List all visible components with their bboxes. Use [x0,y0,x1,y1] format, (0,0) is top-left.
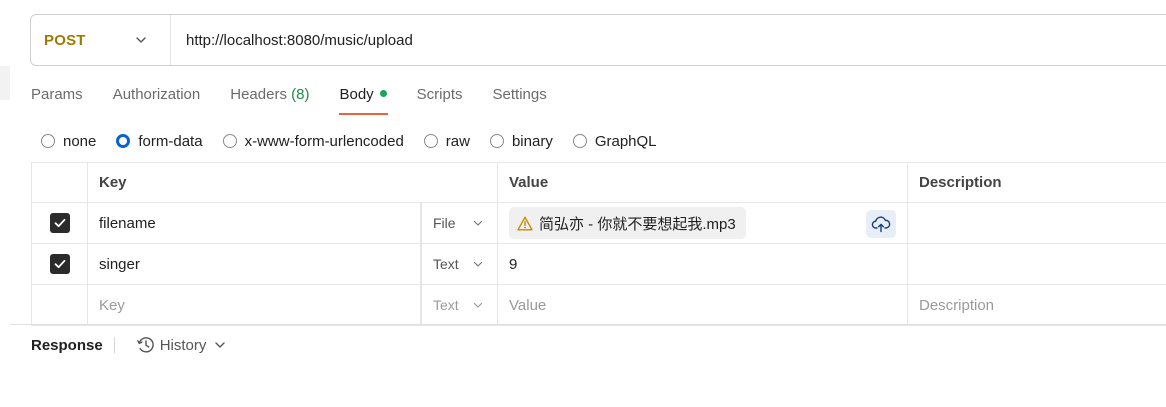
radio-circle [489,134,504,148]
tab-headers[interactable]: Headers (8) [230,84,309,116]
type-label: Text [433,297,459,313]
file-name: 简弘亦 - 你就不要想起我.mp3 [539,215,736,233]
tab-body[interactable]: Body [339,84,388,116]
radio-raw[interactable]: raw [423,132,470,150]
chevron-down-icon [473,261,483,267]
history-button[interactable]: History [136,335,231,355]
radio-circle [222,134,237,148]
radio-label: binary [511,132,553,150]
tab-label: Settings [492,86,547,103]
body-type-options: none form-data x-www-form-urlencoded raw… [41,130,677,152]
sidebar-edge [0,66,10,100]
method-label: POST [44,31,86,49]
request-tabs: Params Authorization Headers (8) Body Sc… [31,84,577,116]
request-url-bar: POST http://localhost:8080/music/upload [30,14,1166,66]
table-row-placeholder: Key Text Value Description [31,285,1166,326]
headers-count: (8) [291,86,310,103]
warning-icon [517,216,533,230]
tab-scripts[interactable]: Scripts [417,84,463,116]
radio-circle [572,134,587,148]
chevron-down-icon [473,302,483,308]
radio-x-www-form-urlencoded[interactable]: x-www-form-urlencoded [222,132,404,150]
chevron-down-icon [136,37,146,43]
separator [113,337,115,353]
tab-label: Body [339,86,374,103]
history-label: History [159,336,207,354]
header-key: Key [88,163,498,202]
header-check-cell [31,163,88,202]
check-icon [54,218,65,228]
description-cell[interactable] [908,244,1166,284]
radio-form-data[interactable]: form-data [116,132,203,150]
radio-circle [41,134,55,148]
radio-label: none [63,132,97,150]
type-select[interactable]: Text [421,285,498,325]
response-label[interactable]: Response [31,337,103,354]
form-data-table: Key Value Description filename File 简弘亦 … [31,162,1166,326]
radio-circle [423,134,438,148]
tab-label: Authorization [112,86,201,103]
upload-file-button[interactable] [866,210,896,238]
table-header-row: Key Value Description [31,162,1166,203]
radio-graphql[interactable]: GraphQL [572,132,657,150]
radio-label: raw [445,132,470,150]
description-cell[interactable] [908,203,1166,243]
method-select[interactable]: POST [31,15,171,65]
check-cell [31,285,88,325]
body-indicator-dot [379,90,387,97]
tab-settings[interactable]: Settings [493,84,547,116]
key-cell[interactable]: filename [88,203,421,243]
radio-label: x-www-form-urlencoded [244,132,404,150]
tab-authorization[interactable]: Authorization [113,84,201,116]
radio-none[interactable]: none [41,133,96,150]
key-input[interactable]: Key [88,285,421,325]
tab-label: Headers [230,86,287,103]
type-label: Text [433,256,459,272]
check-cell [31,244,88,284]
response-bar: Response History [31,334,230,356]
history-icon [136,337,154,353]
radio-label: form-data [138,132,203,150]
table-row: filename File 简弘亦 - 你就不要想起我.mp3 [31,203,1166,244]
check-icon [54,259,65,269]
value-input[interactable]: Value [498,285,908,325]
check-cell [31,203,88,243]
radio-binary[interactable]: binary [489,132,553,150]
value-cell: 简弘亦 - 你就不要想起我.mp3 [498,203,908,243]
type-select[interactable]: File [421,203,498,243]
cloud-upload-icon [871,216,891,233]
header-description: Description [919,174,1002,191]
value-cell[interactable]: 9 [498,244,908,284]
key-cell[interactable]: singer [88,244,421,284]
type-label: File [433,215,456,231]
radio-circle [116,134,131,148]
table-row: singer Text 9 [31,244,1166,285]
row-checkbox[interactable] [49,213,70,233]
pane-divider[interactable] [10,324,1166,325]
tab-label: Scripts [416,86,463,103]
header-value: Value [498,163,908,202]
tab-label: Params [31,86,83,103]
radio-label: GraphQL [594,132,657,150]
tab-params[interactable]: Params [31,84,83,116]
url-input[interactable]: http://localhost:8080/music/upload [171,32,413,49]
chevron-down-icon [473,220,483,226]
chevron-down-icon [215,342,226,348]
file-chip[interactable]: 简弘亦 - 你就不要想起我.mp3 [509,207,746,239]
description-input[interactable]: Description [908,285,1166,325]
row-checkbox[interactable] [49,254,70,274]
type-select[interactable]: Text [421,244,498,284]
